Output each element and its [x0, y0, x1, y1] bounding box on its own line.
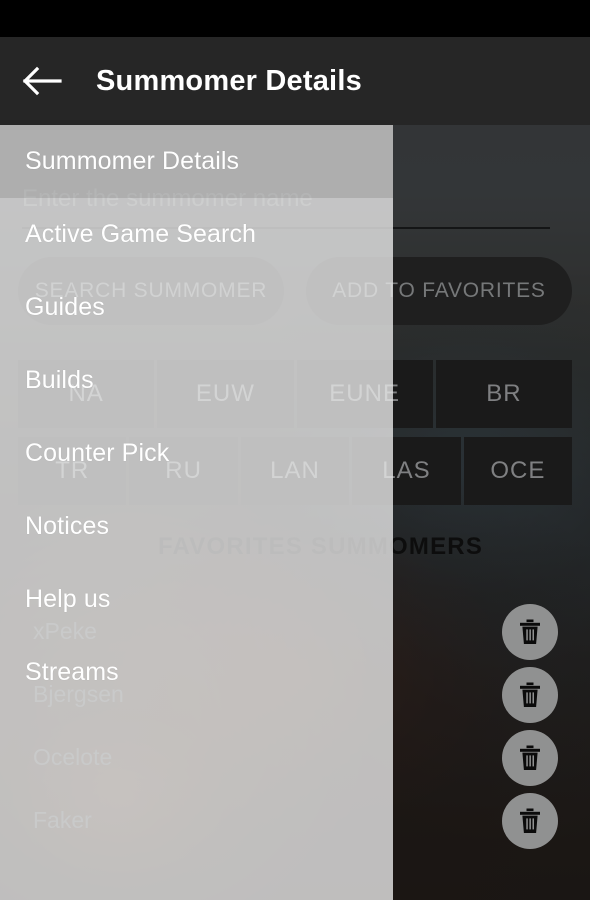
drawer-item-summomer-details[interactable]: Summomer Details — [0, 125, 393, 198]
drawer-item-label: Builds — [25, 366, 94, 394]
drawer-item-builds[interactable]: Builds — [0, 344, 393, 417]
drawer-item-notices[interactable]: Notices — [0, 490, 393, 563]
arrow-left-icon — [22, 66, 64, 96]
drawer-item-label: Help us — [25, 585, 111, 613]
drawer-item-label: Active Game Search — [25, 220, 257, 248]
drawer-item-label: Guides — [25, 293, 105, 321]
drawer-item-label: Summomer Details — [25, 147, 240, 175]
drawer-item-streams[interactable]: Streams — [0, 636, 393, 709]
page-title: Summomer Details — [96, 64, 362, 97]
drawer-item-label: Streams — [25, 658, 119, 686]
back-button[interactable] — [12, 37, 74, 125]
drawer-item-help-us[interactable]: Help us — [0, 563, 393, 636]
toolbar: Summomer Details — [0, 37, 590, 125]
drawer-item-label: Counter Pick — [25, 439, 170, 467]
drawer-item-active-game-search[interactable]: Active Game Search — [0, 198, 393, 271]
drawer-item-guides[interactable]: Guides — [0, 271, 393, 344]
status-bar — [0, 0, 590, 37]
navigation-drawer: Summomer Details Active Game Search Guid… — [0, 125, 393, 900]
drawer-item-label: Notices — [25, 512, 110, 540]
app-screen: SEARCH SUMMOMER ADD TO FAVORITES NA EUW … — [0, 0, 590, 900]
drawer-item-counter-pick[interactable]: Counter Pick — [0, 417, 393, 490]
